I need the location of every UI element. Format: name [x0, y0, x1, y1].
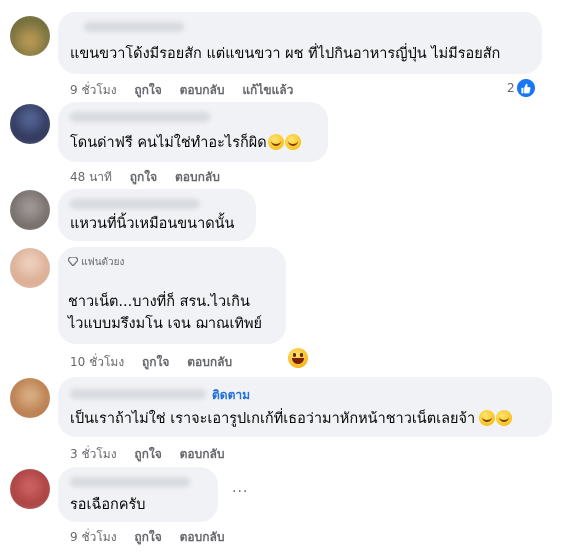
diamond-icon — [67, 256, 79, 267]
grin-icon — [496, 410, 513, 426]
avatar[interactable] — [10, 469, 50, 509]
comment-time[interactable]: 3 ชั่วโมง — [70, 447, 117, 461]
avatar[interactable] — [10, 378, 50, 418]
like-button[interactable]: ถูกใจ — [142, 355, 169, 369]
reply-button[interactable]: ตอบกลับ — [180, 530, 225, 544]
comment-text: เป็นเราถ้าไม่ใช่ เราจะเอารูปเกเก้ที่เธอว… — [70, 408, 513, 430]
laughing-icon[interactable] — [288, 348, 308, 368]
avatar[interactable] — [10, 248, 50, 288]
comment-time[interactable]: 10 ชั่วโมง — [70, 355, 124, 369]
laughing-tears-icon — [284, 134, 301, 150]
avatar[interactable] — [10, 104, 50, 144]
author-name[interactable] — [70, 112, 210, 122]
follow-button[interactable]: ติดตาม — [212, 386, 250, 405]
comment-actions: 48 นาที ถูกใจ ตอบกลับ — [70, 168, 234, 187]
reply-button[interactable]: ตอบกลับ — [187, 355, 232, 369]
like-button[interactable]: ถูกใจ — [134, 530, 161, 544]
smirk-icon — [479, 410, 496, 426]
comment-text: โดนด่าฟรี คนไม่ใช่ทำอะไรก็ผิด — [70, 132, 301, 154]
comment-bubble: ติดตาม เป็นเราถ้าไม่ใช่ เราจะเอารูปเกเก้… — [58, 377, 552, 437]
author-name[interactable] — [70, 477, 190, 487]
reply-button[interactable]: ตอบกลับ — [180, 83, 225, 97]
reaction-count[interactable]: 2 — [507, 79, 535, 97]
reply-button[interactable]: ตอบกลับ — [180, 447, 225, 461]
comment-time[interactable]: 48 นาที — [70, 170, 112, 184]
reply-button[interactable]: ตอบกลับ — [175, 170, 220, 184]
like-button[interactable]: ถูกใจ — [130, 170, 157, 184]
comment-text: แหวนที่นิ้วเหมือนขนาดนั้น — [70, 216, 235, 232]
like-button[interactable]: ถูกใจ — [134, 83, 161, 97]
laughing-tears-icon — [267, 134, 284, 150]
avatar[interactable] — [10, 190, 50, 230]
comment-bubble: รอเฉือกครับ — [58, 467, 218, 522]
avatar[interactable] — [10, 16, 50, 56]
comment-time[interactable]: 9 ชั่วโมง — [70, 83, 117, 97]
edited-label: แก้ไขแล้ว — [242, 83, 294, 97]
comment-text: แขนขวาโด้งมีรอยสัก แต่แขนขวา ผช ที่ไปกิน… — [70, 46, 501, 62]
comment-bubble: โดนด่าฟรี คนไม่ใช่ทำอะไรก็ผิด — [58, 102, 328, 162]
more-options-button[interactable]: ··· — [232, 484, 248, 500]
comment-text-line-2: ไวแบบมรึงมโน เจน ฌาณเทิพย์ — [68, 316, 263, 332]
fan-badge: แฟนตัวยง — [67, 255, 124, 270]
comment-actions: 9 ชั่วโมง ถูกใจ ตอบกลับ — [70, 528, 238, 547]
comment-actions: 9 ชั่วโมง ถูกใจ ตอบกลับ แก้ไขแล้ว — [70, 81, 307, 100]
comment-text: รอเฉือกครับ — [70, 497, 146, 513]
like-icon — [516, 79, 535, 97]
comment-time[interactable]: 9 ชั่วโมง — [70, 530, 117, 544]
author-name[interactable] — [70, 199, 200, 209]
comment-actions: 3 ชั่วโมง ถูกใจ ตอบกลับ — [70, 445, 238, 464]
author-name[interactable] — [84, 22, 184, 32]
like-button[interactable]: ถูกใจ — [134, 447, 161, 461]
reaction-count-value: 2 — [507, 81, 515, 95]
comment-bubble: แหวนที่นิ้วเหมือนขนาดนั้น — [58, 189, 256, 241]
comment-bubble: แขนขวาโด้งมีรอยสัก แต่แขนขวา ผช ที่ไปกิน… — [58, 12, 542, 74]
comment-actions: 10 ชั่วโมง ถูกใจ ตอบกลับ — [70, 353, 246, 372]
author-name[interactable] — [70, 389, 206, 399]
comment-bubble: แฟนตัวยง ชาวเน็ต...บางที่ก็ สรน.ไวเกิน ไ… — [58, 247, 286, 344]
comment-text-line-1: ชาวเน็ต...บางที่ก็ สรน.ไวเกิน — [68, 294, 250, 310]
